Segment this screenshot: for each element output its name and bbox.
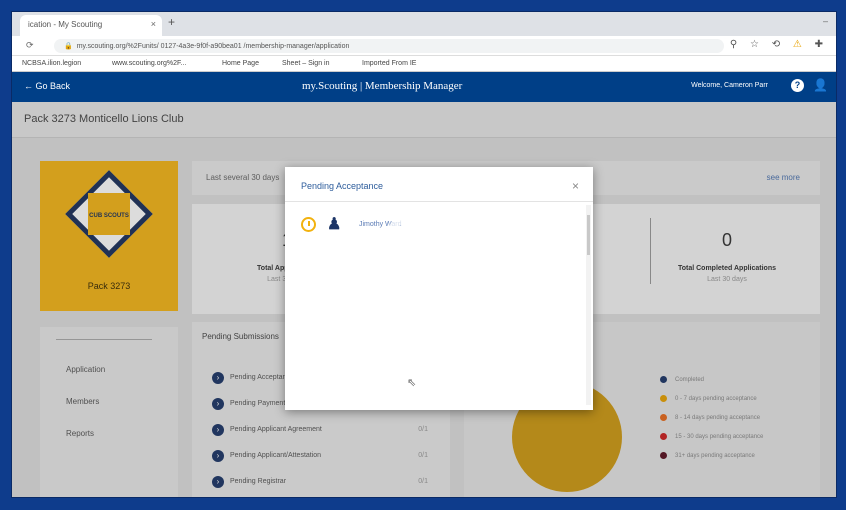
warning-icon[interactable]: ⚠ bbox=[793, 39, 807, 50]
address-bar-row: ⟳ 🔒 my.scouting.org/%2Funits/ 0127-4a3e-9… bbox=[12, 36, 836, 56]
reload-icon[interactable]: ⟳ bbox=[26, 40, 34, 51]
close-icon[interactable]: × bbox=[572, 179, 579, 193]
video-play-icon[interactable] bbox=[362, 202, 532, 372]
play-triangle bbox=[434, 256, 480, 316]
tab-title: ication - My Scouting bbox=[28, 20, 103, 29]
help-icon[interactable]: ? bbox=[791, 79, 804, 92]
modal-title: Pending Acceptance bbox=[301, 181, 384, 191]
url-field[interactable]: 🔒 my.scouting.org/%2Funits/ 0127-4a3e-9f0… bbox=[54, 39, 724, 53]
scrollbar[interactable] bbox=[586, 205, 591, 405]
scout-person-icon: ♟ bbox=[327, 216, 342, 233]
app-title: my.Scouting | Membership Manager bbox=[302, 80, 463, 92]
bookmarks-bar: NCBSA.ilion.legion www.scouting.org%2F..… bbox=[12, 56, 836, 72]
welcome-text: Welcome, Cameron Parr bbox=[691, 82, 768, 89]
clock-icon bbox=[301, 217, 316, 232]
go-back-button[interactable]: ← Go Back bbox=[24, 81, 70, 91]
bookmark-item[interactable]: NCBSA.ilion.legion bbox=[22, 60, 81, 67]
scrollbar-thumb[interactable] bbox=[587, 215, 590, 255]
new-tab-button[interactable]: + bbox=[168, 15, 175, 29]
bookmark-item[interactable]: Home Page bbox=[222, 60, 259, 67]
browser-tab-bar: ication - My Scouting × + – bbox=[12, 12, 836, 36]
screenshot-frame: ication - My Scouting × + – ⟳ 🔒 my.scouti… bbox=[11, 11, 837, 498]
bookmark-item[interactable]: www.scouting.org%2F... bbox=[112, 60, 186, 67]
bookmark-item[interactable]: Sheet – Sign in bbox=[282, 60, 329, 67]
extension-icons[interactable]: ⚲ ☆ ⟲ ⚠ ✚ bbox=[730, 39, 828, 50]
url-text: my.scouting.org/%2Funits/ 0127-4a3e-9f0f… bbox=[76, 43, 350, 50]
user-icon[interactable]: 👤 bbox=[813, 78, 828, 92]
browser-tab[interactable]: ication - My Scouting × bbox=[20, 15, 162, 36]
bookmark-item[interactable]: Imported From IE bbox=[362, 60, 416, 67]
app-header: ← Go Back my.Scouting | Membership Manag… bbox=[12, 72, 836, 102]
close-tab-icon[interactable]: × bbox=[151, 19, 156, 29]
minimize-button[interactable]: – bbox=[823, 16, 828, 26]
lock-icon: 🔒 bbox=[64, 43, 73, 50]
mouse-cursor-icon: ⇖ bbox=[407, 377, 417, 389]
